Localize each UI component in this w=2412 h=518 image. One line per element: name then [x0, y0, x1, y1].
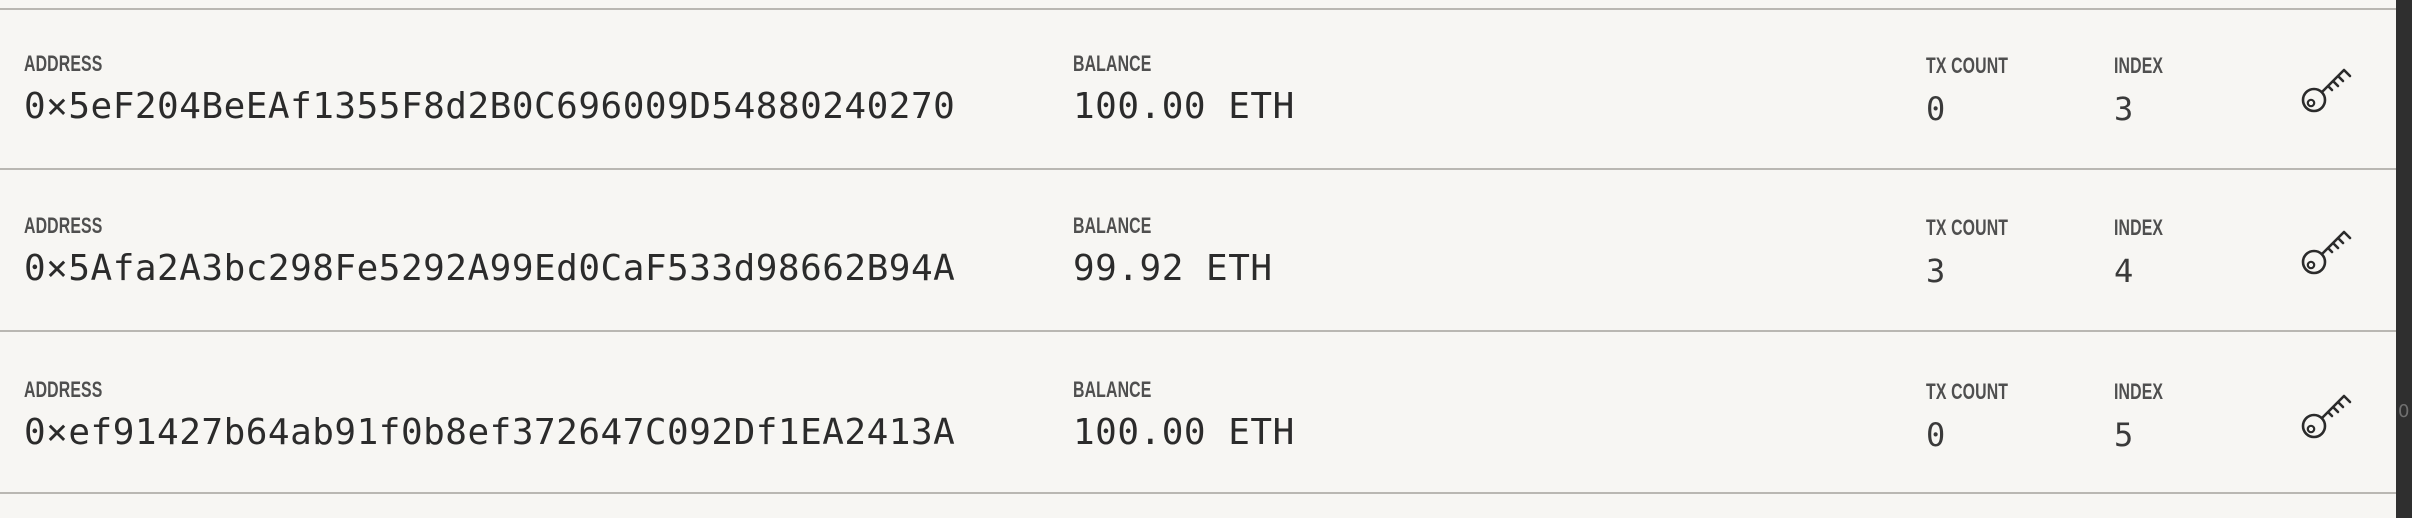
tx-count-label: TX COUNT — [1926, 379, 2009, 404]
account-balance: 100.00 ETH — [1073, 86, 1295, 127]
scrollbar-glyph: 0 — [2398, 401, 2410, 422]
account-balance: 100.00 ETH — [1073, 412, 1295, 453]
index-value: 3 — [2114, 90, 2134, 128]
index-value: 5 — [2114, 416, 2134, 454]
index-value: 4 — [2114, 252, 2134, 290]
show-keys-button[interactable] — [2296, 384, 2356, 444]
account-address[interactable]: 0×5eF204BeEAf1355F8d2B0C696009D548802402… — [24, 89, 955, 125]
balance-label: BALANCE — [1073, 213, 1152, 238]
account-address[interactable]: 0×5Afa2A3bc298Fe5292A99Ed0CaF533d98662B9… — [24, 251, 955, 287]
ganache-accounts-view: ADDRESS 0×5eF204BeEAf1355F8d2B0C696009D5… — [0, 0, 2412, 518]
tx-count-label: TX COUNT — [1926, 53, 2009, 78]
account-balance: 99.92 ETH — [1073, 248, 1273, 289]
index-label: INDEX — [2114, 379, 2164, 404]
key-icon — [2301, 394, 2352, 439]
tx-count-value: 0 — [1926, 416, 1946, 454]
account-address[interactable]: 0×ef91427b64ab91f0b8ef372647C092Df1EA241… — [24, 415, 955, 451]
tx-count-label: TX COUNT — [1926, 215, 2009, 240]
address-label: ADDRESS — [24, 377, 103, 402]
show-keys-button[interactable] — [2296, 58, 2356, 118]
index-label: INDEX — [2114, 215, 2164, 240]
tx-count-value: 3 — [1926, 252, 1946, 290]
key-icon — [2301, 230, 2352, 275]
address-label: ADDRESS — [24, 213, 103, 238]
index-label: INDEX — [2114, 53, 2164, 78]
account-row[interactable]: ADDRESS 0×ef91427b64ab91f0b8ef372647C092… — [0, 334, 2396, 494]
scrollbar[interactable] — [2396, 0, 2412, 518]
account-row[interactable]: ADDRESS 0×5Afa2A3bc298Fe5292A99Ed0CaF533… — [0, 172, 2396, 332]
account-row[interactable]: ADDRESS 0×5eF204BeEAf1355F8d2B0C696009D5… — [0, 10, 2396, 170]
show-keys-button[interactable] — [2296, 220, 2356, 280]
key-icon — [2301, 68, 2352, 113]
balance-label: BALANCE — [1073, 377, 1152, 402]
accounts-list: ADDRESS 0×5eF204BeEAf1355F8d2B0C696009D5… — [0, 0, 2396, 518]
balance-label: BALANCE — [1073, 51, 1152, 76]
tx-count-value: 0 — [1926, 90, 1946, 128]
address-label: ADDRESS — [24, 51, 103, 76]
